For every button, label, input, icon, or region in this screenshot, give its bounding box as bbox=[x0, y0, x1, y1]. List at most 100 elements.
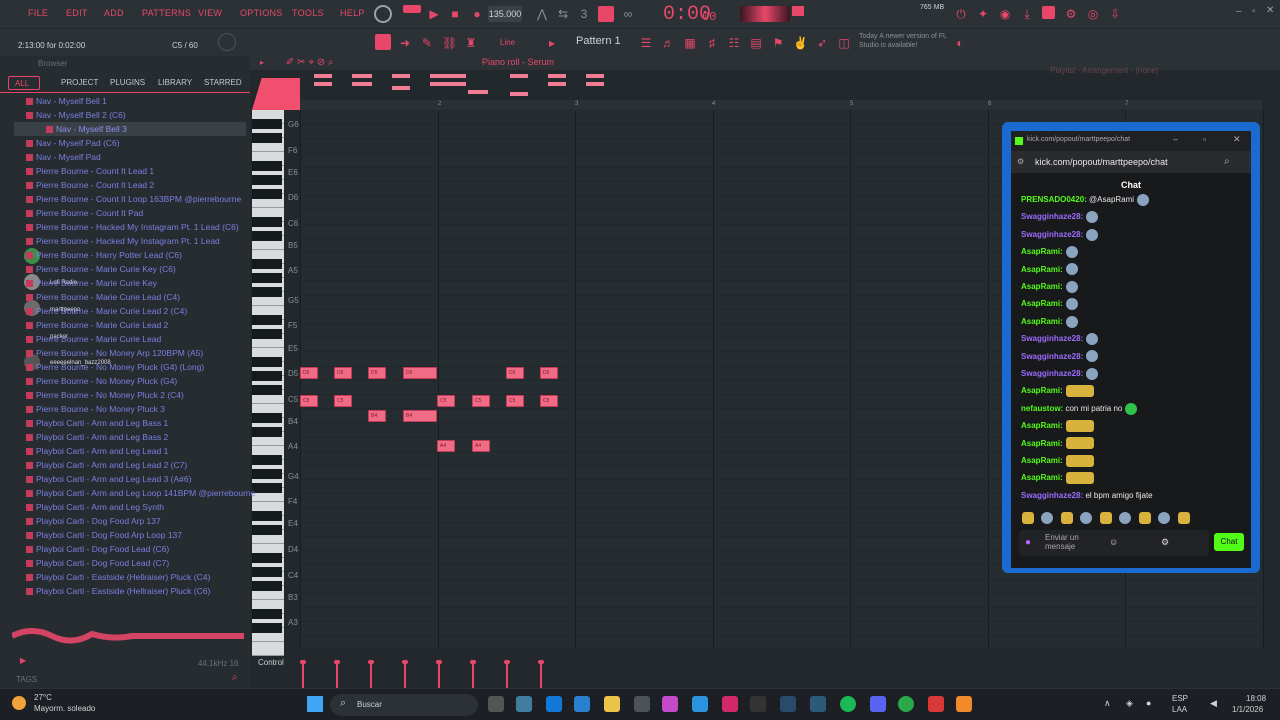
emote-icon[interactable] bbox=[1119, 511, 1132, 524]
browser-file-item[interactable]: Playboi Carti - Eastside (Hellraiser) Pl… bbox=[26, 570, 210, 584]
chat-username[interactable]: AsapRami: bbox=[1021, 247, 1063, 256]
browser-file-item[interactable]: Pierre Bourne - Hacked My Instagram Pt. … bbox=[26, 220, 239, 234]
black-key[interactable] bbox=[252, 371, 282, 381]
site-settings-icon[interactable]: ⚙ bbox=[1017, 157, 1024, 166]
browser-file-item[interactable]: Playboi Carti - Arm and Leg Synth bbox=[26, 500, 164, 514]
weather-desc[interactable]: Mayorm. soleado bbox=[34, 704, 95, 713]
maximize-icon[interactable]: ▫ bbox=[1252, 6, 1256, 17]
menu-view[interactable]: VIEW bbox=[198, 8, 222, 18]
tab-starred[interactable]: STARRED bbox=[198, 76, 248, 90]
volume-icon[interactable]: ◀ bbox=[1210, 698, 1217, 709]
menu-tools[interactable]: TOOLS bbox=[292, 8, 324, 18]
pencil-icon[interactable]: ✎ bbox=[420, 36, 434, 50]
browser-file-item[interactable]: Pierre Bourne - No Money Pluck (G4) bbox=[26, 374, 177, 388]
language[interactable]: ESP bbox=[1172, 694, 1188, 703]
plugin-picker-icon[interactable]: ☷ bbox=[727, 36, 741, 50]
search-box[interactable] bbox=[330, 694, 478, 716]
chat-username[interactable]: AsapRami: bbox=[1021, 456, 1063, 465]
black-key[interactable] bbox=[252, 385, 282, 395]
note-block[interactable]: A4 bbox=[437, 440, 455, 452]
tab-plugins[interactable]: PLUGINS bbox=[104, 76, 151, 90]
play-preview-icon[interactable]: ▶ bbox=[20, 656, 26, 665]
browser-file-item[interactable]: Nav - Myself Bell 3 bbox=[14, 122, 246, 136]
black-key[interactable] bbox=[252, 567, 282, 577]
weather-temp[interactable]: 27°C bbox=[34, 693, 52, 702]
chat-username[interactable]: AsapRami: bbox=[1021, 317, 1063, 326]
black-key[interactable] bbox=[252, 525, 282, 535]
chat-username[interactable]: nefaustow: bbox=[1021, 404, 1063, 413]
chat-username[interactable]: AsapRami: bbox=[1021, 299, 1063, 308]
snap-button[interactable] bbox=[375, 34, 391, 50]
language-layout[interactable]: LAA bbox=[1172, 705, 1187, 714]
browser-file-item[interactable]: Playboi Carti - Arm and Leg Bass 2 bbox=[26, 430, 168, 444]
note-block[interactable]: C5 bbox=[437, 395, 455, 407]
browser-file-item[interactable]: Nav - Myself Bell 1 bbox=[26, 94, 107, 108]
chrome-icon[interactable] bbox=[898, 696, 914, 712]
note-block[interactable]: D5 bbox=[506, 367, 524, 379]
chat-username[interactable]: AsapRami: bbox=[1021, 282, 1063, 291]
black-key[interactable] bbox=[252, 273, 282, 283]
file-explorer-icon[interactable] bbox=[604, 696, 620, 712]
capcut-icon[interactable] bbox=[722, 696, 738, 712]
steam-app-icon[interactable] bbox=[810, 696, 826, 712]
mixer-icon[interactable]: ⚙ bbox=[1064, 7, 1078, 21]
pattern-prev-icon[interactable]: ▸ bbox=[545, 36, 559, 50]
mic-icon[interactable]: ◉ bbox=[998, 7, 1012, 21]
download-icon[interactable]: ⤓ bbox=[1020, 7, 1034, 21]
master-pitch-knob[interactable] bbox=[218, 33, 236, 51]
note-block[interactable]: C5 bbox=[472, 395, 490, 407]
play-icon[interactable]: ▶ bbox=[427, 7, 441, 21]
velocity-bar[interactable] bbox=[370, 662, 372, 688]
note-block[interactable]: A4 bbox=[472, 440, 490, 452]
black-key[interactable] bbox=[252, 413, 282, 423]
clock-date[interactable]: 1/1/2026 bbox=[1232, 705, 1263, 714]
wait-icon[interactable]: ⇆ bbox=[556, 7, 570, 21]
velocity-bar[interactable] bbox=[472, 662, 474, 688]
mixer-sliders-icon[interactable]: ♯ bbox=[705, 36, 719, 50]
black-key[interactable] bbox=[252, 315, 282, 325]
browser-file-item[interactable]: Pierre Bourne - No Money Pluck (G4) (Lon… bbox=[26, 360, 204, 374]
browser-file-item[interactable]: Pierre Bourne - Marie Curie Lead bbox=[26, 332, 161, 346]
browser-file-item[interactable]: Pierre Bourne - Count It Loop 163BPM @pi… bbox=[26, 192, 241, 206]
black-key[interactable] bbox=[252, 427, 282, 437]
control-label[interactable]: Control bbox=[258, 658, 284, 667]
velocity-handle[interactable] bbox=[436, 660, 442, 664]
chat-username[interactable]: Swagginhaze28: bbox=[1021, 212, 1083, 221]
note-block[interactable]: B4 bbox=[368, 410, 386, 422]
link-icon[interactable]: ⛓ bbox=[442, 36, 457, 50]
chat-username[interactable]: AsapRami: bbox=[1021, 473, 1063, 482]
velocity-handle[interactable] bbox=[470, 660, 476, 664]
emote-icon[interactable] bbox=[1138, 511, 1151, 524]
chat-username[interactable]: Swagginhaze28: bbox=[1021, 334, 1083, 343]
black-key[interactable] bbox=[252, 259, 282, 269]
velocity-bar[interactable] bbox=[404, 662, 406, 688]
note-block[interactable]: D5 bbox=[334, 367, 352, 379]
velocity-handle[interactable] bbox=[402, 660, 408, 664]
black-key[interactable] bbox=[252, 329, 282, 339]
playlist-icon[interactable]: ☰ bbox=[639, 36, 653, 50]
browser-file-item[interactable]: Pierre Bourne - No Money Arp 120BPM (A5) bbox=[26, 346, 203, 360]
image-line-icon[interactable]: ◐ bbox=[953, 36, 967, 50]
opera-icon[interactable] bbox=[928, 696, 944, 712]
emote-icon[interactable] bbox=[1041, 511, 1054, 524]
chat-username[interactable]: Swagginhaze28: bbox=[1021, 230, 1083, 239]
tray-chevron-icon[interactable]: ∧ bbox=[1104, 698, 1111, 709]
copilot-icon[interactable] bbox=[662, 696, 678, 712]
chat-input-placeholder[interactable]: Enviar un mensaje bbox=[1045, 533, 1095, 551]
browser-file-item[interactable]: Pierre Bourne - Count It Pad bbox=[26, 206, 143, 220]
browser-file-item[interactable]: Playboi Carti - Dog Food Arp Loop 137 bbox=[26, 528, 182, 542]
countdown-icon[interactable]: 3 bbox=[577, 7, 591, 21]
note-block[interactable]: C5 bbox=[506, 395, 524, 407]
clock-time[interactable]: 18:08 bbox=[1246, 694, 1266, 703]
browser-file-item[interactable]: Nav - Myself Pad (C6) bbox=[26, 136, 120, 150]
velocity-lane[interactable] bbox=[300, 654, 1262, 688]
weather-icon[interactable] bbox=[12, 696, 26, 710]
piano-roll-menu-icon[interactable]: ▸ bbox=[260, 58, 264, 67]
browser-file-item[interactable]: Playboi Carti - Dog Food Arp 137 bbox=[26, 514, 161, 528]
black-key[interactable] bbox=[252, 189, 282, 199]
fl-studio-icon[interactable] bbox=[956, 696, 972, 712]
close-icon[interactable]: ✕ bbox=[1266, 5, 1274, 16]
mic-icon[interactable]: ● bbox=[1025, 537, 1031, 548]
black-key[interactable] bbox=[252, 483, 282, 493]
velocity-handle[interactable] bbox=[368, 660, 374, 664]
